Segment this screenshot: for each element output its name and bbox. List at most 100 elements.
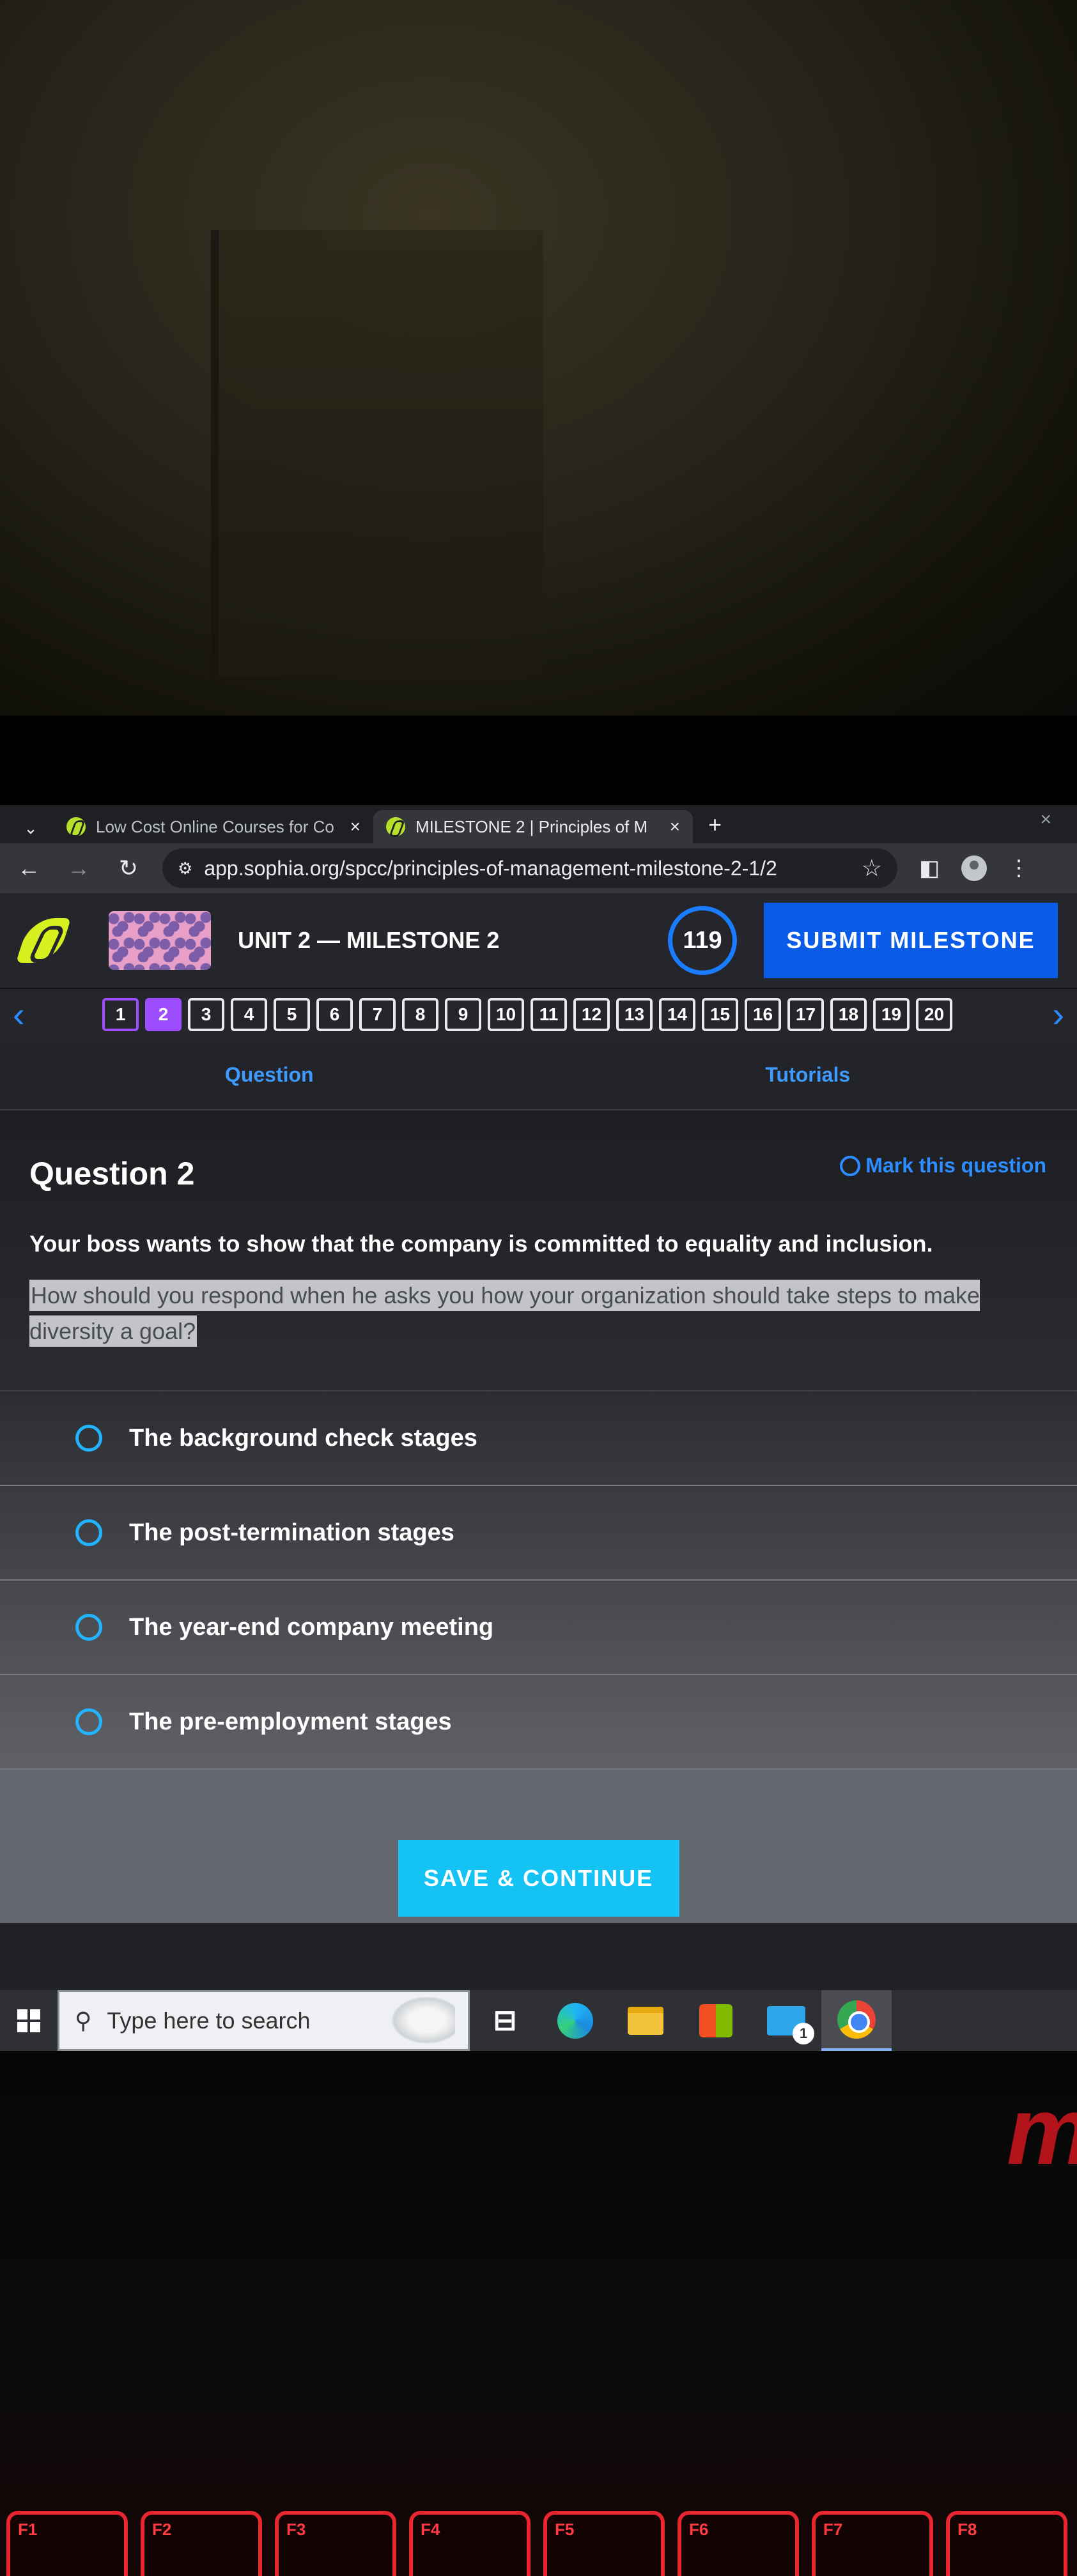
question-navigator: ‹ 1 2 3 4 5 6 7 8 9 10 11 12 13 14 15 16 17 18 19 20 › [0, 989, 1077, 1040]
question-counter-ring: 119 [668, 906, 737, 975]
question-prompt-highlighted: How should you respond when he asks you … [29, 1280, 980, 1347]
question-number-4[interactable]: 4 [231, 998, 267, 1031]
answer-label: The post-termination stages [129, 1519, 454, 1546]
new-tab-button[interactable]: + [693, 811, 737, 843]
question-number-11[interactable]: 11 [531, 998, 567, 1031]
question-number-18[interactable]: 18 [830, 998, 867, 1031]
function-key-row: F1 F2 F3 F4 F5 F6 F7 F8 [0, 2511, 1077, 2576]
question-footer: SAVE & CONTINUE [0, 1770, 1077, 1923]
browser-menu-icon[interactable]: ⋮ [1005, 855, 1033, 881]
radio-empty-icon[interactable] [75, 1519, 102, 1546]
function-key-f6: F6 [678, 2511, 799, 2576]
question-number-14[interactable]: 14 [659, 998, 695, 1031]
browser-tab-low-cost-courses[interactable]: Low Cost Online Courses for Co × [54, 810, 373, 843]
side-panel-icon[interactable]: ◧ [915, 855, 943, 881]
mark-question-toggle[interactable]: Mark this question [840, 1154, 1046, 1177]
function-key-f5: F5 [543, 2511, 665, 2576]
laptop-bezel [0, 716, 1077, 811]
previous-question-chevron-icon[interactable]: ‹ [13, 997, 102, 1032]
content-tabs: Question Tutorials [0, 1040, 1077, 1110]
question-number-12[interactable]: 12 [573, 998, 610, 1031]
search-icon: ⚲ [75, 2007, 92, 2034]
taskbar-search-input[interactable]: ⚲ Type here to search [58, 1990, 470, 2051]
question-number-2[interactable]: 2 [145, 998, 182, 1031]
answer-option-a[interactable]: The background check stages [0, 1392, 1077, 1486]
chrome-icon [837, 2000, 876, 2039]
function-key-f7: F7 [812, 2511, 933, 2576]
browser-tab-milestone[interactable]: MILESTONE 2 | Principles of M × [373, 810, 693, 843]
task-view-button[interactable]: ⊟ [470, 1990, 540, 2051]
file-explorer-button[interactable] [610, 1990, 681, 2051]
back-arrow-icon[interactable]: ← [13, 855, 45, 882]
question-number-6[interactable]: 6 [316, 998, 353, 1031]
question-number-1[interactable]: 1 [102, 998, 139, 1031]
browser-toolbar: ← → ↻ ⚙ app.sophia.org/spcc/principles-o… [0, 843, 1077, 893]
tab-close-icon[interactable]: × [670, 816, 680, 837]
forward-arrow-icon[interactable]: → [63, 855, 95, 882]
tab-close-icon[interactable]: × [350, 816, 360, 837]
function-key-f4: F4 [409, 2511, 531, 2576]
laptop-deck [0, 2051, 1077, 2576]
search-placeholder: Type here to search [107, 2007, 311, 2034]
question-number-9[interactable]: 9 [445, 998, 481, 1031]
radio-empty-icon[interactable] [75, 1425, 102, 1452]
folder-icon [628, 2006, 663, 2035]
question-number-17[interactable]: 17 [787, 998, 824, 1031]
sophia-favicon-icon [66, 817, 86, 836]
question-number-19[interactable]: 19 [873, 998, 910, 1031]
function-key-f1: F1 [6, 2511, 128, 2576]
function-key-f3: F3 [275, 2511, 396, 2576]
browser-tab-strip: ⌄ Low Cost Online Courses for Co × MILES… [0, 805, 1077, 843]
window-close-icon[interactable]: × [1040, 809, 1051, 831]
answer-option-c[interactable]: The year-end company meeting [0, 1581, 1077, 1675]
windows-start-icon[interactable] [0, 1990, 58, 2051]
question-number-3[interactable]: 3 [188, 998, 224, 1031]
answer-label: The background check stages [129, 1424, 477, 1452]
answer-option-d[interactable]: The pre-employment stages [0, 1675, 1077, 1770]
mail-badge: 1 [793, 2022, 814, 2044]
radio-empty-icon[interactable] [75, 1708, 102, 1735]
url-text[interactable]: app.sophia.org/spcc/principles-of-manage… [204, 857, 849, 880]
reload-icon[interactable]: ↻ [112, 855, 144, 882]
app-header: UNIT 2 — MILESTONE 2 119 SUBMIT MILESTON… [0, 893, 1077, 989]
search-highlight-owl-icon [385, 1997, 455, 2048]
submit-milestone-button[interactable]: SUBMIT MILESTONE [764, 903, 1058, 978]
question-number-8[interactable]: 8 [402, 998, 438, 1031]
store-app-button[interactable] [681, 1990, 751, 2051]
tab-search-chevron-icon[interactable]: ⌄ [8, 813, 54, 843]
next-question-chevron-icon[interactable]: › [1052, 997, 1064, 1032]
bookmark-star-icon[interactable]: ☆ [862, 855, 882, 882]
address-bar[interactable]: ⚙ app.sophia.org/spcc/principles-of-mana… [162, 848, 897, 888]
profile-avatar-icon[interactable] [961, 855, 987, 881]
laptop-screen: ⌄ Low Cost Online Courses for Co × MILES… [0, 805, 1077, 2051]
question-number-list: 1 2 3 4 5 6 7 8 9 10 11 12 13 14 15 16 17 18 19 20 [102, 998, 952, 1031]
tab-title: MILESTONE 2 | Principles of M [415, 816, 648, 836]
mark-question-label: Mark this question [865, 1154, 1046, 1177]
edge-browser-icon [557, 2002, 593, 2039]
sophia-logo-icon[interactable] [19, 912, 70, 969]
question-number-15[interactable]: 15 [702, 998, 738, 1031]
circle-outline-icon [840, 1155, 861, 1176]
sophia-favicon-icon [386, 817, 405, 836]
task-view-icon: ⊟ [493, 2005, 517, 2036]
answer-option-b[interactable]: The post-termination stages [0, 1486, 1077, 1581]
tab-question[interactable]: Question [0, 1040, 539, 1109]
site-info-icon[interactable]: ⚙ [178, 859, 192, 878]
radio-empty-icon[interactable] [75, 1614, 102, 1641]
question-lead-text: Your boss wants to show that the company… [29, 1230, 933, 1257]
function-key-f8: F8 [946, 2511, 1067, 2576]
question-number-20[interactable]: 20 [916, 998, 952, 1031]
function-key-f2: F2 [141, 2511, 262, 2576]
chrome-app-button[interactable] [821, 1990, 892, 2051]
question-number-5[interactable]: 5 [274, 998, 310, 1031]
edge-app-button[interactable] [540, 1990, 610, 2051]
save-continue-button[interactable]: SAVE & CONTINUE [398, 1840, 679, 1917]
question-number-13[interactable]: 13 [616, 998, 653, 1031]
unit-title: UNIT 2 — MILESTONE 2 [238, 927, 500, 953]
course-thumbnail [109, 911, 211, 970]
tab-tutorials[interactable]: Tutorials [539, 1040, 1077, 1109]
question-number-7[interactable]: 7 [359, 998, 396, 1031]
mail-app-button[interactable]: 1 [751, 1990, 821, 2051]
question-number-10[interactable]: 10 [488, 998, 524, 1031]
question-number-16[interactable]: 16 [745, 998, 781, 1031]
